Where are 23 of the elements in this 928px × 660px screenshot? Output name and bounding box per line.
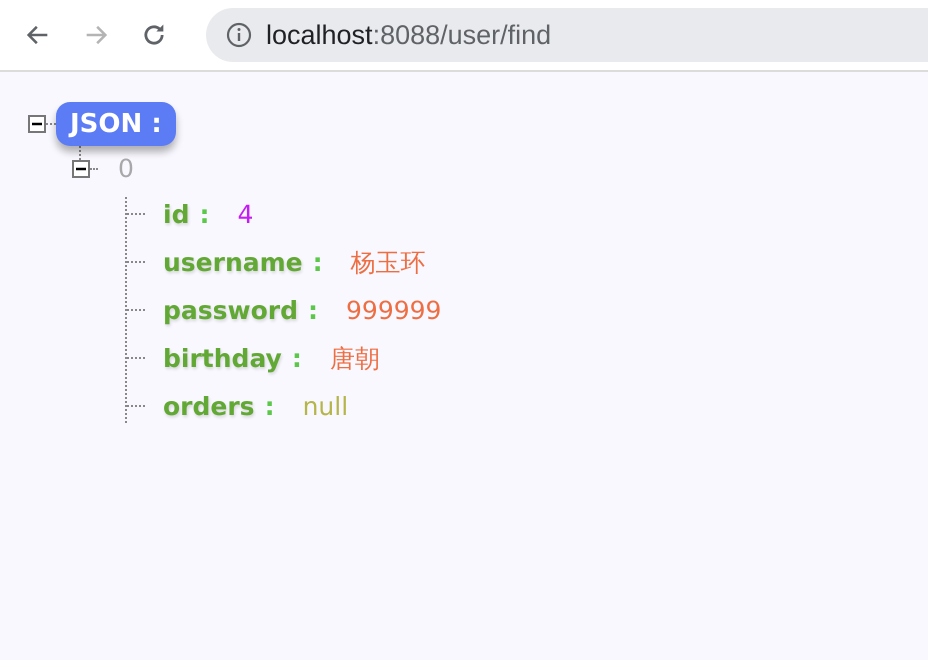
url-host: localhost — [266, 20, 373, 50]
field-key: birthday — [163, 344, 282, 372]
field-key: password — [163, 296, 298, 324]
array-index: 0 — [118, 154, 134, 183]
field-value: 999999 — [346, 296, 442, 324]
field-value: 4 — [237, 200, 254, 228]
field-colon: : — [199, 200, 210, 228]
field-colon: : — [292, 344, 302, 372]
field-colon: : — [308, 296, 318, 324]
field-value: 杨玉环 — [350, 246, 426, 278]
field-value: 唐朝 — [330, 342, 380, 374]
field-colon: : — [312, 248, 323, 276]
field-key: id — [163, 200, 190, 228]
address-bar[interactable]: localhost:8088/user/find — [206, 8, 928, 62]
field-colon: : — [264, 392, 275, 420]
root-label: JSON : — [56, 102, 176, 146]
collapse-toggle[interactable] — [28, 115, 46, 133]
field-key: username — [163, 248, 303, 276]
field-value: null — [302, 392, 348, 420]
field-key: orders — [163, 392, 255, 420]
url-path: :8088/user/find — [372, 20, 552, 50]
collapse-toggle[interactable] — [72, 160, 90, 178]
info-icon — [226, 22, 252, 48]
